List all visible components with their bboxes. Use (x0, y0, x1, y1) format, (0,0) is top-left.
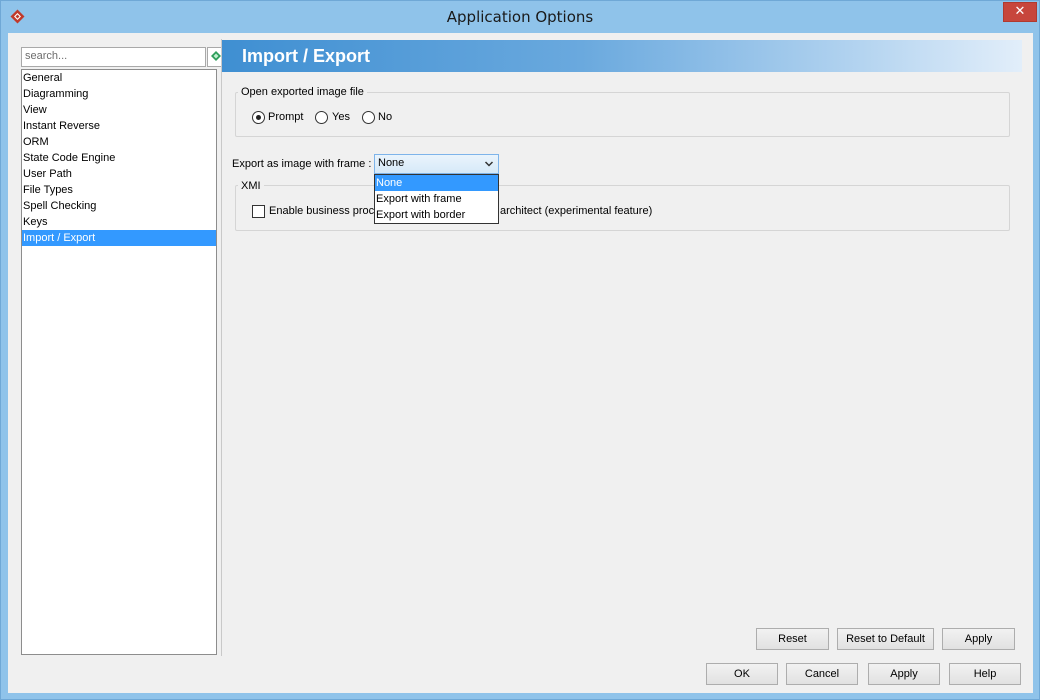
export-frame-label: Export as image with frame : (232, 158, 372, 170)
radio-yes[interactable] (315, 111, 328, 124)
sidebar-item-view[interactable]: View (22, 102, 216, 118)
sidebar-item-orm[interactable]: ORM (22, 134, 216, 150)
radio-no[interactable] (362, 111, 375, 124)
close-button[interactable]: ✕ (1003, 2, 1037, 22)
radio-no-label[interactable]: No (378, 111, 392, 123)
sidebar-item-state-code-engine[interactable]: State Code Engine (22, 150, 216, 166)
open-image-group (235, 92, 1010, 137)
sidebar-item-instant-reverse[interactable]: Instant Reverse (22, 118, 216, 134)
sidebar-item-keys[interactable]: Keys (22, 214, 216, 230)
window-title: Application Options (446, 8, 594, 26)
dropdown-option-none[interactable]: None (375, 175, 498, 191)
reset-button[interactable]: Reset (756, 628, 829, 650)
radio-prompt-label[interactable]: Prompt (268, 111, 303, 123)
sidebar-item-file-types[interactable]: File Types (22, 182, 216, 198)
sidebar-item-import-export[interactable]: Import / Export (22, 230, 216, 246)
ok-button[interactable]: OK (706, 663, 778, 685)
close-icon: ✕ (1014, 4, 1026, 19)
chevron-down-icon (484, 161, 494, 167)
radio-yes-label[interactable]: Yes (332, 111, 350, 123)
checkbox-label-end[interactable]: architect (experimental feature) (500, 205, 652, 217)
panel-header: Import / Export (222, 40, 1022, 72)
panel-apply-button[interactable]: Apply (942, 628, 1015, 650)
panel-title: Import / Export (242, 46, 371, 66)
search-input[interactable]: search... (21, 47, 206, 67)
sidebar-item-user-path[interactable]: User Path (22, 166, 216, 182)
xmi-legend: XMI (238, 180, 264, 192)
export-frame-dropdown: None Export with frame Export with borde… (374, 174, 499, 224)
dialog-client-area: search... General Diagramming View Insta… (8, 33, 1033, 693)
sidebar-item-spell-checking[interactable]: Spell Checking (22, 198, 216, 214)
reset-to-default-button[interactable]: Reset to Default (837, 628, 934, 650)
open-image-legend: Open exported image file (238, 86, 367, 98)
search-placeholder: search... (25, 50, 68, 62)
enable-business-process-checkbox[interactable] (252, 205, 265, 218)
options-panel: Import / Export Open exported image file… (221, 39, 1023, 656)
apply-button[interactable]: Apply (868, 663, 940, 685)
title-bar[interactable]: Application Options ✕ (1, 1, 1039, 33)
cancel-button[interactable]: Cancel (786, 663, 858, 685)
dropdown-option-export-with-frame[interactable]: Export with frame (375, 191, 498, 207)
help-button[interactable]: Help (949, 663, 1021, 685)
export-frame-value: None (378, 157, 405, 169)
options-category-list: General Diagramming View Instant Reverse… (21, 69, 217, 655)
sidebar-item-general[interactable]: General (22, 70, 216, 86)
checkbox-label-start[interactable]: Enable business proce (269, 205, 380, 217)
application-options-window: Application Options ✕ search... General … (0, 0, 1040, 700)
radio-prompt[interactable] (252, 111, 265, 124)
dropdown-option-export-with-border[interactable]: Export with border (375, 207, 498, 223)
sidebar-item-diagramming[interactable]: Diagramming (22, 86, 216, 102)
export-frame-select[interactable]: None (374, 154, 499, 174)
